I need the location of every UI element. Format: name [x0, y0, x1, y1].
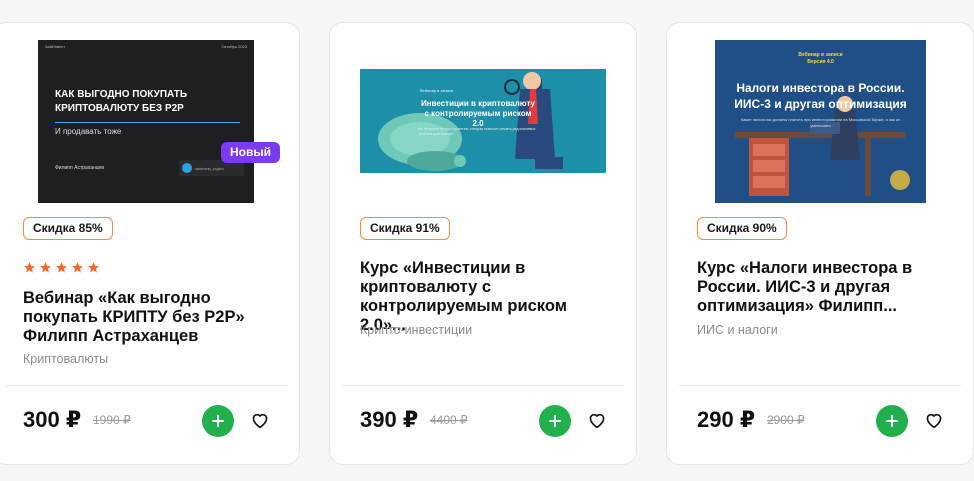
plus-icon: [886, 415, 898, 427]
new-badge: Новый: [221, 142, 280, 163]
thumbnail-heading: КАК ВЫГОДНО ПОКУПАТЬ КРИПТОВАЛЮТУ БЕЗ P2…: [55, 89, 188, 114]
product-price: 390 ₽: [360, 407, 419, 432]
product-title[interactable]: Курс «Налоги инвестора в России. ИИС-3 и…: [697, 259, 951, 316]
product-old-price: 2900 ₽: [767, 413, 805, 427]
thumbnail-heading: Налоги инвестора в России. ИИС-3 и друга…: [734, 81, 907, 111]
star-icon: [72, 262, 83, 273]
thumbnail-subheading: И продавать тоже: [55, 127, 122, 136]
thumbnail-author: Филипп Астраханцев: [55, 165, 105, 171]
product-card[interactable]: Вебинар в записи Версия 4.0 Налоги инвес…: [666, 22, 974, 465]
product-thumbnail[interactable]: Вебинар в записи Инвестиции в криптовалю…: [360, 69, 606, 173]
product-card[interactable]: ЗайИнвест Октябрь 2023 КАК ВЫГОДНО ПОКУП…: [0, 22, 300, 465]
thumbnail-brand: ЗайИнвест: [45, 44, 66, 49]
telegram-icon: [182, 163, 192, 173]
card-divider: [342, 385, 624, 386]
thumbnail-caption: Вебинар в записи Версия 4.0: [715, 52, 926, 66]
card-divider: [679, 385, 961, 386]
thumbnail-subheading: Какие налоги вы должны платить при инвес…: [740, 117, 901, 128]
star-icon: [88, 262, 99, 273]
rating-stars: [23, 261, 100, 274]
discount-badge: Скидка 85%: [23, 217, 113, 240]
product-card[interactable]: Вебинар в записи Инвестиции в криптовалю…: [329, 22, 637, 465]
product-category[interactable]: Криптовалюты: [23, 352, 108, 366]
thumbnail-heading: Инвестиции в криптовалюту с контролируем…: [420, 99, 536, 128]
product-old-price: 4400 ₽: [430, 413, 468, 427]
favorite-button[interactable]: [586, 409, 608, 431]
product-price: 300 ₽: [23, 407, 82, 432]
telegram-handle: zaiinvest_crypto: [195, 165, 224, 171]
thumbnail-caption-text: Вебинар в записи Версия 4.0: [798, 52, 843, 65]
star-icon: [24, 262, 35, 273]
thumbnail-caption: Вебинар в записи: [420, 88, 454, 93]
product-price: 290 ₽: [697, 407, 756, 432]
plus-icon: [212, 415, 224, 427]
heart-icon: [252, 413, 268, 429]
discount-badge: Скидка 91%: [360, 217, 450, 240]
thumbnail-subheading: Вы получите четкую стратегию, которая по…: [418, 127, 536, 136]
favorite-button[interactable]: [923, 409, 945, 431]
add-to-cart-button[interactable]: [876, 405, 908, 437]
star-icon: [40, 262, 51, 273]
product-title[interactable]: Вебинар «Как выгодно покупать КРИПТУ без…: [23, 289, 277, 346]
thumbnail-date: Октябрь 2023: [221, 44, 247, 49]
star-icon: [56, 262, 67, 273]
heart-icon: [926, 413, 942, 429]
product-thumbnail[interactable]: Вебинар в записи Версия 4.0 Налоги инвес…: [715, 40, 926, 203]
plus-icon: [549, 415, 561, 427]
favorite-button[interactable]: [249, 409, 271, 431]
product-old-price: 1990 ₽: [93, 413, 131, 427]
add-to-cart-button[interactable]: [202, 405, 234, 437]
product-category[interactable]: ИИС и налоги: [697, 323, 778, 337]
discount-badge: Скидка 90%: [697, 217, 787, 240]
card-divider: [5, 385, 287, 386]
thumbnail-divider: [55, 122, 240, 123]
product-thumbnail[interactable]: ЗайИнвест Октябрь 2023 КАК ВЫГОДНО ПОКУП…: [38, 40, 254, 203]
heart-icon: [589, 413, 605, 429]
add-to-cart-button[interactable]: [539, 405, 571, 437]
product-category[interactable]: Крипто-инвестиции: [360, 323, 472, 337]
